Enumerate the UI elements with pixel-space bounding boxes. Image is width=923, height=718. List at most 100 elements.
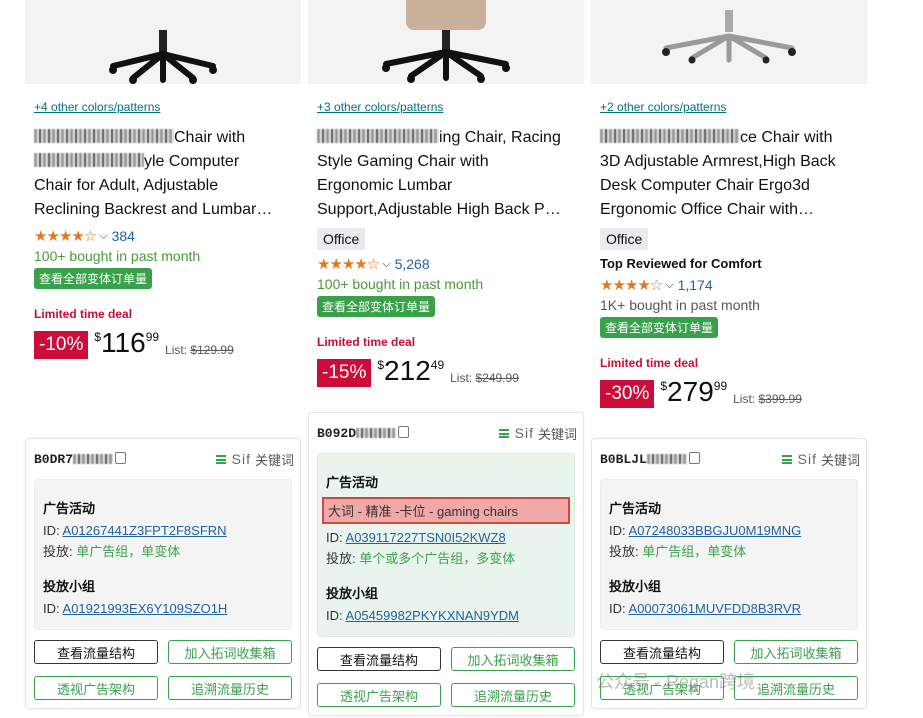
panel-header: B092D Sif 关键词 bbox=[309, 413, 583, 453]
traffic-history-button[interactable]: 追溯流量历史 bbox=[168, 676, 292, 700]
price-row: -30% $ 279 99 List: $399.99 bbox=[600, 376, 867, 410]
title-line-3: Desk Computer Chair Ergo3d bbox=[600, 177, 810, 194]
title-line-1: ce Chair with bbox=[740, 129, 833, 146]
product-image[interactable] bbox=[308, 0, 584, 84]
view-traffic-button[interactable]: 查看流量结构 bbox=[600, 640, 724, 664]
list-icon bbox=[498, 428, 509, 438]
sif-keyword-link[interactable]: Sif 关键词 bbox=[498, 424, 577, 443]
ad-group-id-row: ID: A00073061MUVFDD8B3RVR bbox=[609, 601, 801, 616]
variant-orders-button[interactable]: 查看全部变体订单量 bbox=[600, 317, 719, 338]
product-card-1: +4 other colors/patterns Chair with yle … bbox=[25, 0, 301, 361]
rating-row[interactable]: ★★★★☆ ⌵ 1,174 bbox=[600, 275, 867, 295]
ad-group-title: 投放小组 bbox=[609, 579, 662, 594]
title-line-2: 3D Adjustable Armrest,High Back bbox=[600, 153, 836, 170]
discount-badge: -10% bbox=[34, 331, 89, 359]
list-icon bbox=[215, 454, 226, 464]
ad-group-id-link[interactable]: A00073061MUVFDD8B3RVR bbox=[629, 601, 801, 616]
price-fraction: 99 bbox=[145, 330, 160, 344]
asin-label[interactable]: B0DR7 bbox=[34, 451, 127, 467]
add-keyword-button[interactable]: 加入拓词收集箱 bbox=[451, 647, 575, 671]
rating-row[interactable]: ★★★★☆ ⌵ 5,268 bbox=[317, 254, 584, 274]
view-traffic-button[interactable]: 查看流量结构 bbox=[34, 640, 158, 664]
rating-count[interactable]: 1,174 bbox=[678, 277, 713, 293]
view-traffic-button[interactable]: 查看流量结构 bbox=[317, 647, 441, 671]
redacted-text bbox=[73, 453, 114, 464]
sif-keyword-link[interactable]: Sif 关键词 bbox=[215, 450, 294, 469]
chevron-down-icon[interactable]: ⌵ bbox=[665, 279, 673, 292]
delivery-row: 投放: 单广告组，单变体 bbox=[609, 544, 747, 559]
traffic-history-button[interactable]: 追溯流量历史 bbox=[451, 683, 575, 707]
ad-architecture-button[interactable]: 透视广告架构 bbox=[34, 676, 158, 700]
title-line-4: Support,Adjustable High Back P… bbox=[317, 201, 561, 218]
campaign-id-link[interactable]: A07248033BBGJU0M19MNG bbox=[629, 523, 802, 538]
product-title[interactable]: ce Chair with 3D Adjustable Armrest,High… bbox=[600, 126, 858, 222]
ad-panel-2: B092D Sif 关键词 广告活动 大词 - 精准 -卡位 - gaming c… bbox=[308, 412, 584, 716]
campaign-id-link[interactable]: A01267441Z3FPT2F8SFRN bbox=[63, 523, 227, 538]
chevron-down-icon[interactable]: ⌵ bbox=[382, 258, 390, 271]
price-fraction: 99 bbox=[713, 379, 728, 393]
rating-count[interactable]: 384 bbox=[112, 228, 135, 244]
ad-group-id-link[interactable]: A05459982PKYKXNAN9YDM bbox=[346, 608, 519, 623]
copy-icon[interactable] bbox=[688, 451, 700, 464]
discount-badge: -30% bbox=[600, 380, 655, 408]
price-row: -15% $ 212 49 List: $249.99 bbox=[317, 355, 584, 389]
asin-label[interactable]: B092D bbox=[317, 425, 410, 441]
rating-row[interactable]: ★★★★☆ ⌵ 384 bbox=[34, 226, 301, 246]
list-icon bbox=[781, 454, 792, 464]
add-keyword-button[interactable]: 加入拓词收集箱 bbox=[734, 640, 858, 664]
ad-group-id-link[interactable]: A01921993EX6Y109SZO1H bbox=[63, 601, 228, 616]
product-image[interactable] bbox=[591, 0, 867, 84]
ad-info-box: 广告活动 ID: A01267441Z3FPT2F8SFRN 投放: 单广告组，… bbox=[34, 479, 292, 630]
chair-base-image bbox=[382, 30, 510, 83]
chair-base-image bbox=[662, 10, 796, 64]
bought-count: 100+ bought in past month bbox=[34, 248, 201, 264]
sif-keyword-link[interactable]: Sif 关键词 bbox=[781, 450, 860, 469]
title-line-1: Chair with bbox=[174, 129, 246, 146]
product-image[interactable] bbox=[25, 0, 301, 84]
price-fraction: 49 bbox=[430, 358, 445, 372]
product-title[interactable]: Chair with yle Computer Chair for Adult,… bbox=[34, 126, 292, 222]
add-keyword-button[interactable]: 加入拓词收集箱 bbox=[168, 640, 292, 664]
ad-panel-1: B0DR7 Sif 关键词 广告活动 ID: A01267441Z3FPT2F8S… bbox=[25, 438, 301, 709]
deal-label: Limited time deal bbox=[34, 307, 133, 321]
price-whole: 212 bbox=[384, 355, 431, 386]
campaign-title: 广告活动 bbox=[609, 501, 662, 516]
list-price: List: $399.99 bbox=[733, 392, 802, 406]
campaign-id-link[interactable]: A039117227TSN0I52KWZ8 bbox=[346, 530, 506, 545]
title-line-1: ing Chair, Racing bbox=[439, 129, 561, 146]
top-reviewed-label: Top Reviewed for Comfort bbox=[600, 256, 762, 271]
title-line-2: yle Computer bbox=[144, 153, 240, 170]
price-currency: $ bbox=[660, 379, 668, 393]
copy-icon[interactable] bbox=[115, 451, 127, 464]
price-row: -10% $ 116 99 List: $129.99 bbox=[34, 327, 301, 361]
variant-orders-button[interactable]: 查看全部变体订单量 bbox=[34, 268, 153, 289]
redacted-text bbox=[34, 129, 174, 143]
chevron-down-icon[interactable]: ⌵ bbox=[99, 230, 107, 243]
panel-header: B0BLJL Sif 关键词 bbox=[592, 439, 866, 479]
redacted-text bbox=[600, 129, 740, 143]
asin-label[interactable]: B0BLJL bbox=[600, 451, 700, 467]
campaign-id-row: ID: A07248033BBGJU0M19MNG bbox=[609, 523, 802, 538]
title-line-3: Ergonomic Lumbar bbox=[317, 177, 453, 194]
ad-info-box: 广告活动 ID: A07248033BBGJU0M19MNG 投放: 单广告组，… bbox=[600, 479, 858, 630]
product-title[interactable]: ing Chair, Racing Style Gaming Chair wit… bbox=[317, 126, 575, 222]
category-badge: Office bbox=[317, 228, 366, 250]
other-colors-link[interactable]: +3 other colors/patterns bbox=[317, 100, 584, 116]
delivery-row: 投放: 单广告组，单变体 bbox=[43, 544, 181, 559]
redacted-text bbox=[646, 453, 687, 464]
ad-group-title: 投放小组 bbox=[43, 579, 96, 594]
other-colors-link[interactable]: +4 other colors/patterns bbox=[34, 100, 301, 116]
bought-count: 1K+ bought in past month bbox=[600, 297, 760, 313]
price-currency: $ bbox=[377, 358, 385, 372]
ad-info-box: 广告活动 大词 - 精准 -卡位 - gaming chairs ID: A03… bbox=[317, 453, 575, 637]
rating-count[interactable]: 5,268 bbox=[395, 256, 430, 272]
ad-architecture-button[interactable]: 透视广告架构 bbox=[317, 683, 441, 707]
list-price: List: $249.99 bbox=[450, 371, 519, 385]
variant-orders-button[interactable]: 查看全部变体订单量 bbox=[317, 296, 436, 317]
chair-base-image bbox=[109, 30, 217, 84]
copy-icon[interactable] bbox=[398, 425, 410, 438]
other-colors-link[interactable]: +2 other colors/patterns bbox=[600, 100, 867, 116]
deal-label: Limited time deal bbox=[317, 335, 416, 349]
delivery-value: 单个或多个广告组，多变体 bbox=[359, 551, 516, 566]
title-line-2: Style Gaming Chair with bbox=[317, 153, 489, 170]
